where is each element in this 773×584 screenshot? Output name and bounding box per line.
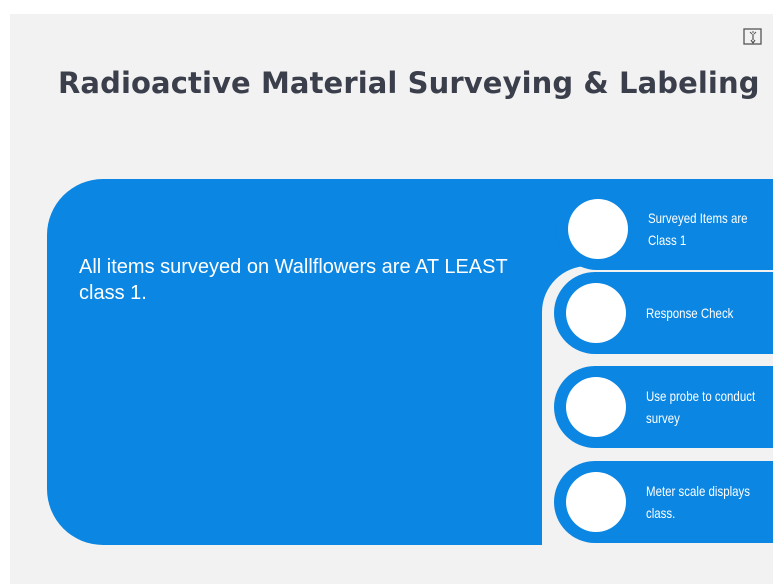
step-label: Use probe to conduct survey bbox=[646, 388, 756, 426]
content-text: All items surveyed on Wallflowers are AT… bbox=[79, 256, 508, 304]
step-circle bbox=[566, 283, 626, 343]
step-circle bbox=[566, 472, 626, 532]
page-title: Radioactive Material Surveying & Labelin… bbox=[58, 66, 760, 100]
slide-canvas: Radioactive Material Surveying & Labelin… bbox=[10, 14, 773, 584]
step-item-3[interactable]: Use probe to conduct survey bbox=[554, 366, 773, 448]
step-item-1[interactable]: Surveyed Items are Class 1 bbox=[556, 188, 773, 270]
step-label: Response Check bbox=[646, 305, 734, 321]
step-item-2[interactable]: Response Check bbox=[554, 272, 773, 354]
step-label: Meter scale displays class. bbox=[646, 483, 750, 521]
step-label: Surveyed Items are Class 1 bbox=[648, 210, 748, 248]
touch-fullscreen-icon bbox=[743, 28, 762, 45]
fullscreen-button[interactable] bbox=[742, 26, 764, 48]
step-circle bbox=[566, 377, 626, 437]
step-item-4[interactable]: Meter scale displays class. bbox=[554, 461, 773, 543]
step-circle bbox=[568, 199, 628, 259]
